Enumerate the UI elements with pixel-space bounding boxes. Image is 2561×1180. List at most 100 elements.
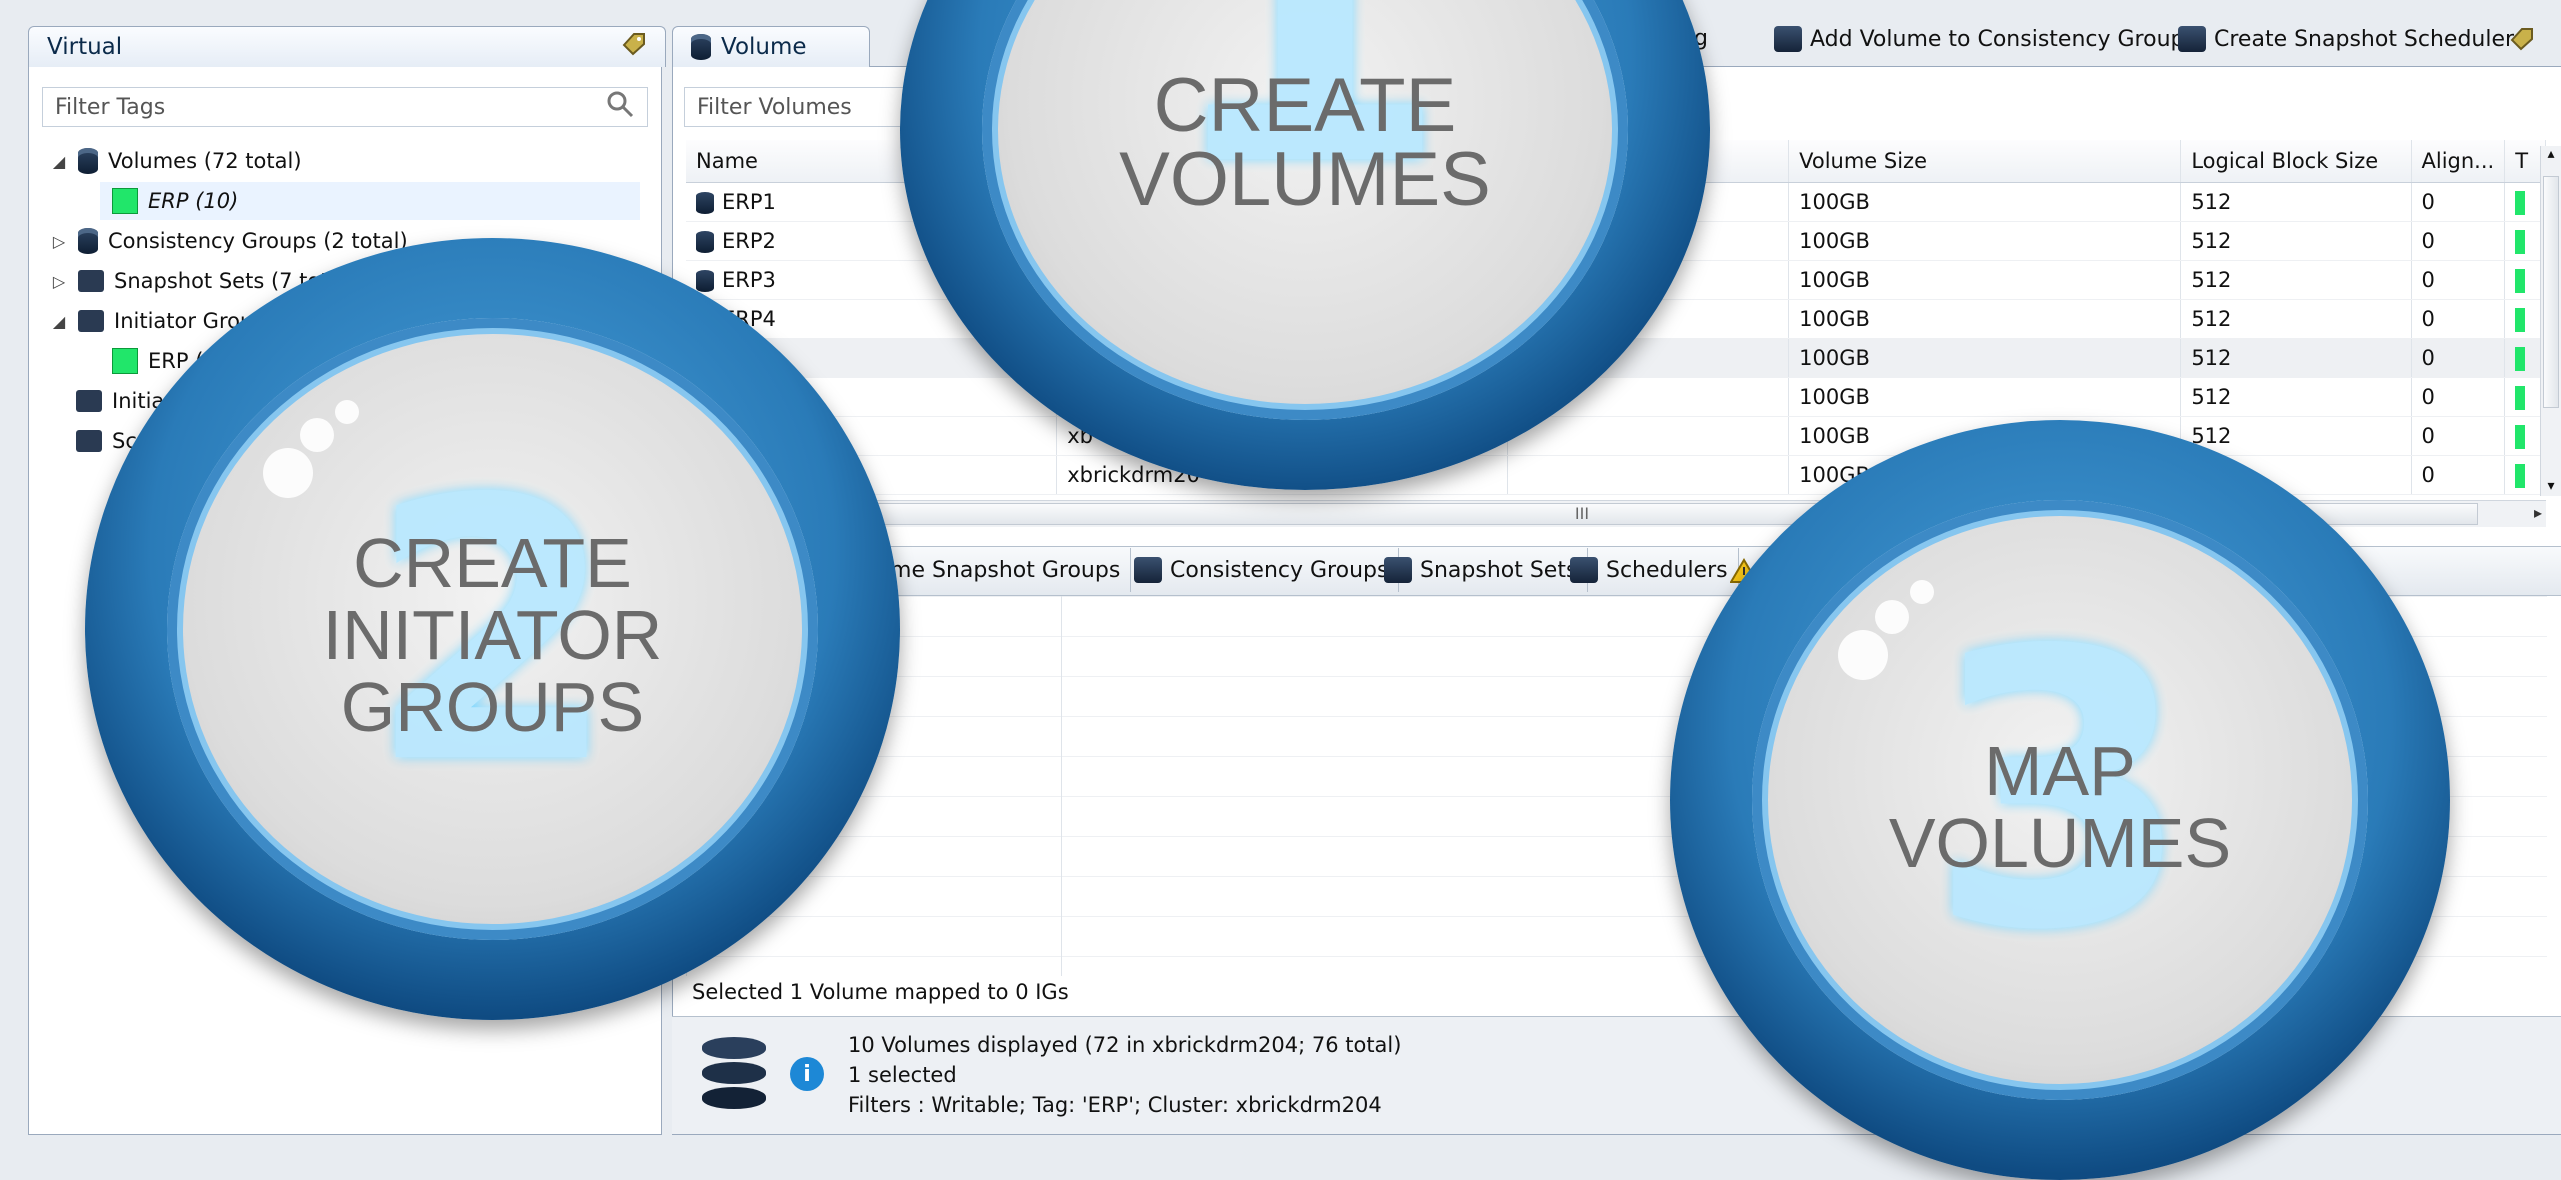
search-icon[interactable] (605, 89, 635, 125)
tag-color-icon (2515, 268, 2526, 293)
scroll-right-icon[interactable]: ▸ (2534, 503, 2542, 522)
tab-volume-snapshot-groups[interactable]: lume Snapshot Groups (860, 548, 1132, 592)
volume-icon (696, 270, 714, 292)
step-title-line: CREATE (353, 524, 632, 602)
collapse-icon[interactable]: ▷ (50, 272, 68, 291)
tag-color-icon (112, 188, 138, 214)
table-row[interactable]: 100GB 512 0 (686, 377, 2546, 417)
tab-label: Snapshot Sets (1420, 557, 1578, 583)
tree-item-erp-volumes[interactable]: ERP (10) (100, 182, 640, 220)
detail-grid-column-divider (1061, 596, 1062, 976)
column-header-alignment[interactable]: Align... (2411, 140, 2506, 183)
cell-align: 0 (2411, 455, 2506, 495)
collapse-icon[interactable]: ▷ (50, 232, 68, 251)
cell-size: 100GB (1788, 221, 2182, 261)
tag-color-icon (2515, 463, 2526, 488)
scrollbar-grip: III (1574, 504, 1590, 523)
tab-volume[interactable]: Volume (672, 26, 870, 67)
tab-virtual[interactable]: Virtual (28, 26, 666, 67)
tab-label: Consistency Groups (1170, 557, 1389, 583)
cell-align: 0 (2411, 299, 2506, 339)
step-title-line: MAP (1984, 732, 2136, 810)
cell-align: 0 (2411, 182, 2506, 222)
scroll-up-icon[interactable]: ▴ (2541, 146, 2561, 162)
cell-size: 100GB (1788, 260, 2182, 300)
add-to-consistency-group-button[interactable]: Add Volume to Consistency Group (1774, 26, 2184, 52)
expand-icon[interactable]: ◢ (50, 152, 68, 171)
initiator-icon (76, 390, 102, 412)
consistency-group-icon (78, 228, 98, 254)
consistency-group-icon (1774, 26, 1802, 52)
step-title-line: CREATE (1153, 63, 1457, 148)
cell-lbs: 512 (2180, 260, 2412, 300)
step-title-line: INITIATOR (322, 596, 663, 674)
table-row[interactable]: xb 100GB 512 0 (686, 416, 2546, 456)
vertical-scrollbar[interactable]: ▴ ▾ (2540, 146, 2561, 496)
column-header-logical-block-size[interactable]: Logical Block Size (2180, 140, 2412, 183)
selection-status: Selected 1 Volume mapped to 0 IGs (692, 980, 1069, 1004)
status-line-3: Filters : Writable; Tag: 'ERP'; Cluster:… (848, 1093, 1382, 1117)
tab-snapshot-sets[interactable]: Snapshot Sets (1374, 548, 1589, 592)
cell-lbs: 512 (2180, 377, 2412, 417)
tag-color-icon (2515, 424, 2526, 449)
tree-item-label: ERP (10) (148, 189, 239, 213)
tag-button[interactable] (2508, 26, 2536, 52)
tag-filter-input[interactable]: Filter Tags (42, 87, 648, 127)
volume-icon (696, 231, 714, 253)
cell-align: 0 (2411, 221, 2506, 261)
cell-spacer (1507, 455, 1790, 495)
step-title-line: VOLUMES (1888, 804, 2232, 882)
snapshot-icon (1384, 557, 1412, 583)
status-line-1: 10 Volumes displayed (72 in xbrickdrm204… (848, 1033, 1402, 1057)
scroll-down-icon[interactable]: ▾ (2541, 478, 2561, 494)
cell-spacer (1507, 416, 1790, 456)
database-icon (78, 148, 98, 174)
tree-item-consistency-groups[interactable]: ▷ Consistency Groups (2 total) (50, 222, 408, 260)
cell-size: 100GB (1788, 299, 2182, 339)
expand-icon[interactable]: ◢ (50, 312, 68, 331)
cell-align: 0 (2411, 338, 2506, 378)
tab-label: lume Snapshot Groups (870, 557, 1121, 583)
scheduler-icon (2178, 26, 2206, 52)
volume-name: ERP3 (722, 268, 776, 292)
tag-icon[interactable] (621, 31, 647, 63)
tag-color-icon (2515, 190, 2526, 215)
tab-virtual-label: Virtual (47, 34, 123, 60)
cell-size: 100GB (1788, 182, 2182, 222)
add-to-cg-label: Add Volume to Consistency Group (1810, 26, 2185, 52)
volumes-summary-icon (702, 1037, 766, 1113)
cell-size: 100GB (1788, 377, 2182, 417)
gloss-dot (335, 400, 359, 424)
scrollbar-thumb-vertical[interactable] (2543, 176, 2559, 408)
snapshot-icon (78, 270, 104, 292)
initiator-group-icon (78, 310, 104, 332)
tag-filter-placeholder: Filter Tags (55, 94, 166, 120)
volume-icon (696, 192, 714, 214)
volume-name: ERP2 (722, 229, 776, 253)
tab-consistency-groups[interactable]: Consistency Groups (1124, 548, 1400, 592)
tree-item-volumes[interactable]: ◢ Volumes (72 total) (50, 142, 302, 180)
step-title-line: VOLUMES (1119, 137, 1491, 222)
tag-color-icon (2515, 229, 2526, 254)
database-icon (691, 34, 711, 60)
info-icon: i (790, 1057, 824, 1091)
tag-color-icon (2515, 307, 2526, 332)
cell-align: 0 (2411, 260, 2506, 300)
create-scheduler-label: Create Snapshot Scheduler (2214, 26, 2515, 52)
column-header-volume-size[interactable]: Volume Size (1788, 140, 2182, 183)
tree-item-label: Consistency Groups (2 total) (108, 229, 408, 253)
scheduler-icon (1570, 557, 1598, 583)
step-2-bubble: 2 CREATE INITIATOR GROUPS (85, 238, 900, 1020)
status-line-2: 1 selected (848, 1063, 957, 1087)
cell-size: 100GB (1788, 338, 2182, 378)
create-snapshot-scheduler-button[interactable]: Create Snapshot Scheduler (2178, 26, 2514, 52)
tag-icon (2510, 28, 2533, 51)
volume-filter-placeholder: Filter Volumes (697, 94, 852, 120)
step-title-line: GROUPS (340, 668, 645, 746)
tag-color-icon (112, 348, 138, 374)
cell-lbs: 512 (2180, 416, 2412, 456)
cell-align: 0 (2411, 416, 2506, 456)
tag-color-icon (2515, 385, 2526, 410)
cell-lbs: 512 (2180, 221, 2412, 261)
cell-lbs: 512 (2180, 338, 2412, 378)
